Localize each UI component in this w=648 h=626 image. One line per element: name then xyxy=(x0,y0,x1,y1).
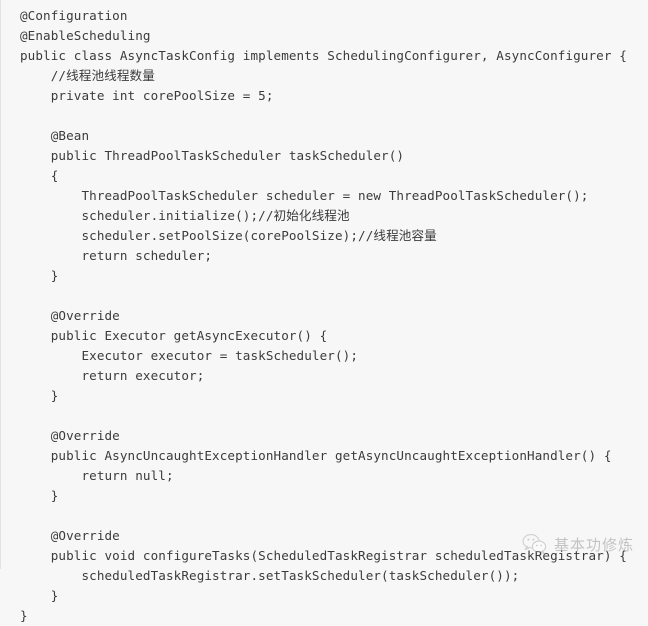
code-line: return executor; xyxy=(20,368,205,383)
code-line: @EnableScheduling xyxy=(20,28,151,43)
code-line: return scheduler; xyxy=(20,248,213,263)
code-line: return null; xyxy=(20,468,174,483)
code-line: ThreadPoolTaskScheduler scheduler = new … xyxy=(20,188,589,203)
code-line: scheduledTaskRegistrar.setTaskScheduler(… xyxy=(20,568,520,583)
code-snippet-card: @Configuration @EnableScheduling public cl… xyxy=(0,0,648,623)
code-block: @Configuration @EnableScheduling public cl… xyxy=(1,6,648,626)
code-line: { xyxy=(20,168,59,183)
code-line: } xyxy=(20,608,28,623)
code-line: @Configuration xyxy=(20,8,128,23)
code-line: public void configureTasks(ScheduledTask… xyxy=(20,548,627,563)
code-line: scheduler.setPoolSize(corePoolSize);//线程… xyxy=(20,228,437,243)
code-line: } xyxy=(20,388,59,403)
code-line: @Override xyxy=(20,428,120,443)
code-line: } xyxy=(20,488,59,503)
code-line: Executor executor = taskScheduler(); xyxy=(20,348,359,363)
code-line: } xyxy=(20,588,59,603)
code-line: @Override xyxy=(20,528,120,543)
code-line: @Override xyxy=(20,308,120,323)
code-line: private int corePoolSize = 5; xyxy=(20,88,274,103)
code-line: public Executor getAsyncExecutor() { xyxy=(20,328,328,343)
code-line: public ThreadPoolTaskScheduler taskSched… xyxy=(20,148,405,163)
code-line: public class AsyncTaskConfig implements … xyxy=(20,48,627,63)
code-line: scheduler.initialize();//初始化线程池 xyxy=(20,208,350,223)
code-line: public AsyncUncaughtExceptionHandler get… xyxy=(20,448,612,463)
code-line: //线程池线程数量 xyxy=(20,68,155,83)
code-line: @Bean xyxy=(20,128,90,143)
code-line: } xyxy=(20,268,59,283)
